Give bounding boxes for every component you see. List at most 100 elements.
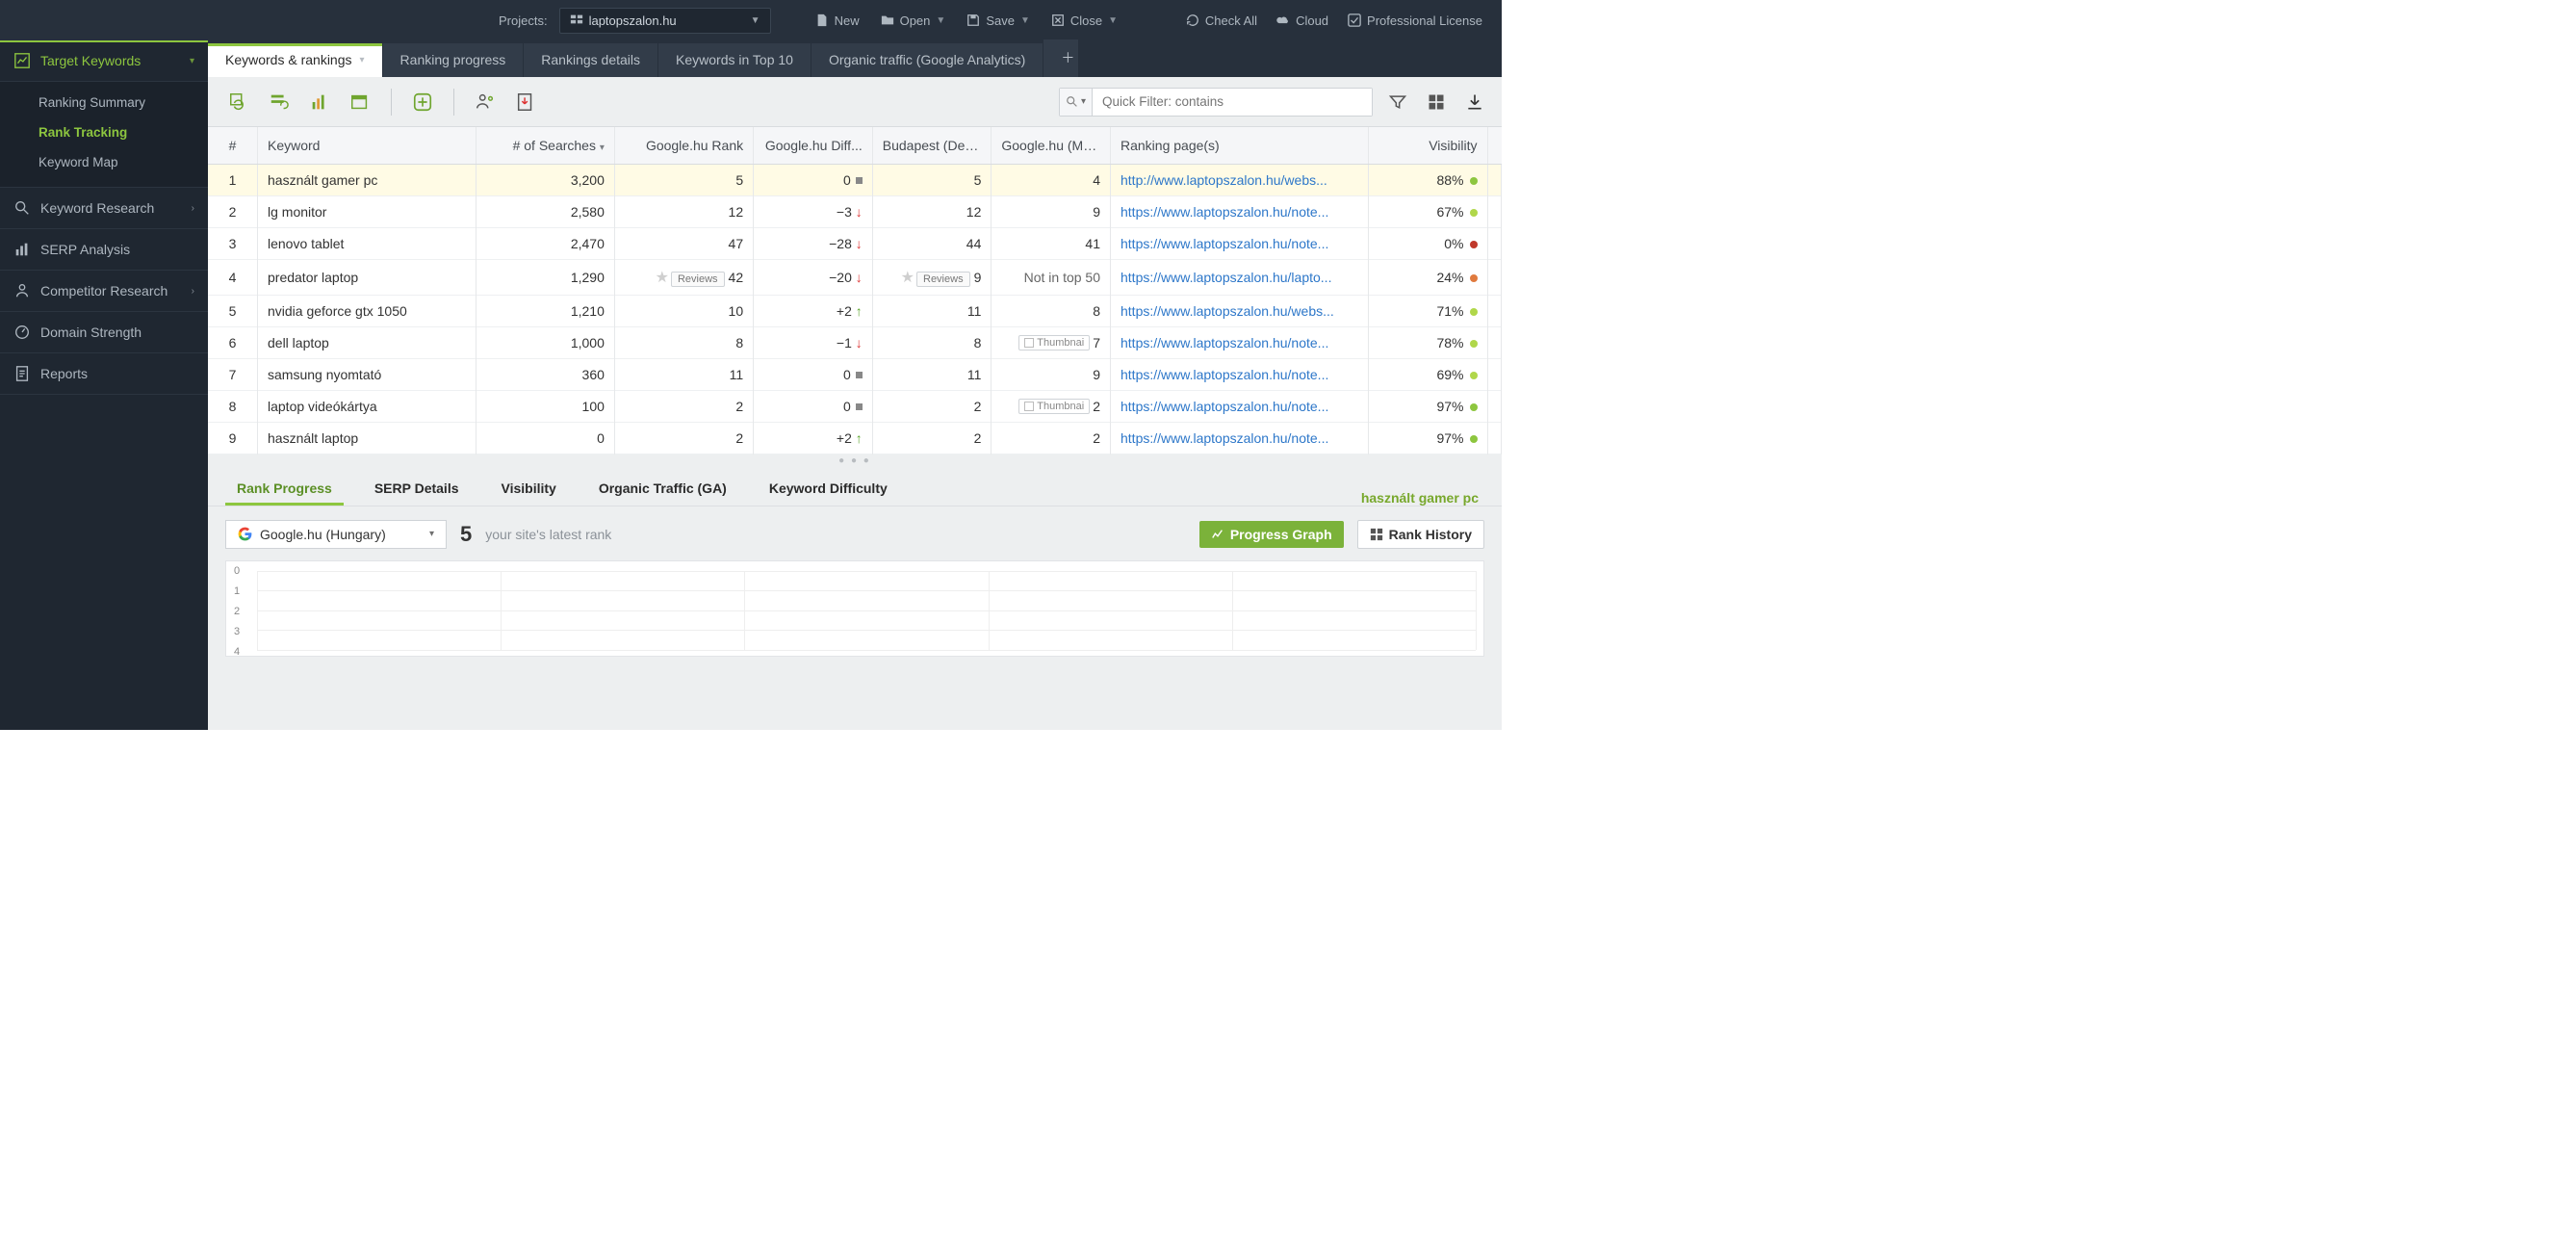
rank-history-button[interactable]: Rank History bbox=[1357, 520, 1484, 549]
ranking-page-link[interactable]: https://www.laptopszalon.hu/lapto... bbox=[1121, 270, 1331, 285]
gauge-icon bbox=[13, 324, 31, 341]
table-row[interactable]: 8laptop videókártya100202Thumbnai2https:… bbox=[208, 390, 1502, 422]
table-row[interactable]: 6dell laptop1,0008−1 ↓8Thumbnai7https://… bbox=[208, 326, 1502, 358]
save-icon bbox=[966, 13, 980, 27]
tab-keywords-top10[interactable]: Keywords in Top 10 bbox=[658, 43, 811, 77]
ranking-page-link[interactable]: https://www.laptopszalon.hu/note... bbox=[1121, 204, 1328, 220]
col-searches[interactable]: # of Searches ▾ bbox=[476, 127, 614, 164]
col-keyword[interactable]: Keyword bbox=[258, 127, 477, 164]
table-row[interactable]: 7samsung nyomtató360110119https://www.la… bbox=[208, 358, 1502, 390]
ranking-page-link[interactable]: http://www.laptopszalon.hu/webs... bbox=[1121, 172, 1327, 188]
line-chart-icon bbox=[1211, 528, 1224, 541]
ranking-page-link[interactable]: https://www.laptopszalon.hu/note... bbox=[1121, 335, 1328, 350]
table-row[interactable]: 2lg monitor2,58012−3 ↓129https://www.lap… bbox=[208, 195, 1502, 227]
close-button[interactable]: Close ▼ bbox=[1043, 10, 1125, 32]
sidebar-item-competitor-research[interactable]: Competitor Research › bbox=[0, 271, 208, 312]
sidebar-item-target-keywords[interactable]: Target Keywords ▾ bbox=[0, 40, 208, 82]
btab-kw-difficulty[interactable]: Keyword Difficulty bbox=[758, 471, 899, 506]
save-button[interactable]: Save ▼ bbox=[959, 10, 1038, 32]
table-row[interactable]: 3lenovo tablet2,47047−28 ↓4441https://ww… bbox=[208, 227, 1502, 259]
cloud-icon bbox=[1276, 13, 1290, 27]
btab-rank-progress[interactable]: Rank Progress bbox=[225, 471, 344, 506]
visibility-dot bbox=[1470, 274, 1478, 282]
toolbar-btn-2[interactable] bbox=[266, 89, 293, 116]
col-budapest[interactable]: Budapest (Des... bbox=[872, 127, 992, 164]
project-selector[interactable]: laptopszalon.hu ▼ bbox=[559, 8, 771, 34]
toolbar-btn-1[interactable] bbox=[225, 89, 252, 116]
col-mo[interactable]: Google.hu (Mo... bbox=[992, 127, 1111, 164]
check-all-button[interactable]: Check All bbox=[1178, 10, 1265, 32]
visibility-dot bbox=[1470, 177, 1478, 185]
thumbnail-chip: Thumbnai bbox=[1018, 399, 1090, 414]
btab-organic-ga[interactable]: Organic Traffic (GA) bbox=[587, 471, 738, 506]
col-visibility[interactable]: Visibility bbox=[1368, 127, 1487, 164]
search-icon bbox=[13, 199, 31, 217]
sidebar-sub-rank-tracking[interactable]: Rank Tracking bbox=[39, 117, 208, 147]
col-rank[interactable]: Google.hu Rank bbox=[614, 127, 753, 164]
chart-y-tick: 2 bbox=[234, 606, 240, 617]
bottom-panel: Google.hu (Hungary) ▾ 5 your site's late… bbox=[208, 506, 1502, 731]
chevron-right-icon: › bbox=[192, 286, 194, 297]
col-index[interactable]: # bbox=[208, 127, 258, 164]
filter-icon-button[interactable] bbox=[1384, 89, 1411, 116]
star-icon: ★ bbox=[901, 270, 914, 286]
ranking-page-link[interactable]: https://www.laptopszalon.hu/note... bbox=[1121, 399, 1328, 414]
google-icon bbox=[238, 527, 252, 541]
col-diff[interactable]: Google.hu Diff... bbox=[754, 127, 873, 164]
progress-graph-button[interactable]: Progress Graph bbox=[1199, 521, 1344, 548]
toolbar-export-button[interactable] bbox=[512, 89, 539, 116]
btab-visibility[interactable]: Visibility bbox=[490, 471, 568, 506]
panel-resize-handle[interactable]: ● ● ● bbox=[208, 454, 1502, 468]
search-engine-select[interactable]: Google.hu (Hungary) ▾ bbox=[225, 520, 447, 549]
tab-rankings-details[interactable]: Rankings details bbox=[524, 43, 657, 77]
table-row[interactable]: 4predator laptop1,290★Reviews42−20 ↓★Rev… bbox=[208, 259, 1502, 295]
chevron-down-icon: ▼ bbox=[1020, 15, 1030, 26]
ranking-page-link[interactable]: https://www.laptopszalon.hu/note... bbox=[1121, 430, 1328, 446]
open-button[interactable]: Open ▼ bbox=[873, 10, 954, 32]
visibility-dot bbox=[1470, 241, 1478, 248]
quick-filter[interactable]: ▾ bbox=[1059, 88, 1373, 117]
tab-ranking-progress[interactable]: Ranking progress bbox=[383, 43, 524, 77]
toolbar: ▾ bbox=[208, 77, 1502, 127]
toolbar-assign-button[interactable] bbox=[472, 89, 499, 116]
sidebar-item-serp-analysis[interactable]: SERP Analysis bbox=[0, 229, 208, 271]
col-pages[interactable]: Ranking page(s) bbox=[1111, 127, 1369, 164]
ranking-page-link[interactable]: https://www.laptopszalon.hu/webs... bbox=[1121, 303, 1334, 319]
sidebar-sub-ranking-summary[interactable]: Ranking Summary bbox=[39, 88, 208, 117]
btab-serp-details[interactable]: SERP Details bbox=[363, 471, 471, 506]
sidebar-item-reports[interactable]: Reports bbox=[0, 353, 208, 395]
table-row[interactable]: 5nvidia geforce gtx 10501,21010+2 ↑118ht… bbox=[208, 295, 1502, 326]
toolbar-btn-3[interactable] bbox=[306, 89, 333, 116]
tab-organic-ga[interactable]: Organic traffic (Google Analytics) bbox=[811, 43, 1043, 77]
sidebar-sub-keyword-map[interactable]: Keyword Map bbox=[39, 147, 208, 177]
latest-rank-caption: your site's latest rank bbox=[485, 527, 611, 542]
cloud-button[interactable]: Cloud bbox=[1269, 10, 1336, 32]
table-row[interactable]: 9használt laptop02+2 ↑22https://www.lapt… bbox=[208, 422, 1502, 454]
tab-add[interactable]: ＋ bbox=[1043, 39, 1078, 77]
toolbar-add-button[interactable] bbox=[409, 89, 436, 116]
latest-rank-value: 5 bbox=[460, 522, 472, 547]
no-change-icon bbox=[856, 372, 863, 378]
sidebar: Target Keywords ▾ Ranking Summary Rank T… bbox=[0, 40, 208, 730]
thumbnail-chip: Thumbnai bbox=[1018, 335, 1090, 350]
projects-label: Projects: bbox=[499, 13, 548, 28]
download-button[interactable] bbox=[1461, 89, 1488, 116]
visibility-dot bbox=[1470, 308, 1478, 316]
table-row[interactable]: 1használt gamer pc3,2005054http://www.la… bbox=[208, 164, 1502, 195]
arrow-down-icon: ↓ bbox=[856, 204, 863, 220]
grid-view-button[interactable] bbox=[1423, 89, 1450, 116]
reviews-chip: Reviews bbox=[916, 272, 970, 287]
visibility-dot bbox=[1470, 340, 1478, 348]
quick-filter-input[interactable] bbox=[1093, 89, 1372, 116]
ranking-page-link[interactable]: https://www.laptopszalon.hu/note... bbox=[1121, 367, 1328, 382]
sidebar-item-domain-strength[interactable]: Domain Strength bbox=[0, 312, 208, 353]
toolbar-btn-4[interactable] bbox=[347, 89, 374, 116]
license-badge[interactable]: Professional License bbox=[1340, 10, 1490, 32]
new-icon bbox=[815, 13, 829, 27]
tab-keywords-rankings[interactable]: Keywords & rankings ▾ bbox=[208, 43, 382, 77]
new-button[interactable]: New bbox=[808, 10, 867, 32]
grid-icon bbox=[1370, 528, 1383, 541]
ranking-page-link[interactable]: https://www.laptopszalon.hu/note... bbox=[1121, 236, 1328, 251]
search-icon[interactable]: ▾ bbox=[1060, 89, 1093, 116]
sidebar-item-keyword-research[interactable]: Keyword Research › bbox=[0, 188, 208, 229]
